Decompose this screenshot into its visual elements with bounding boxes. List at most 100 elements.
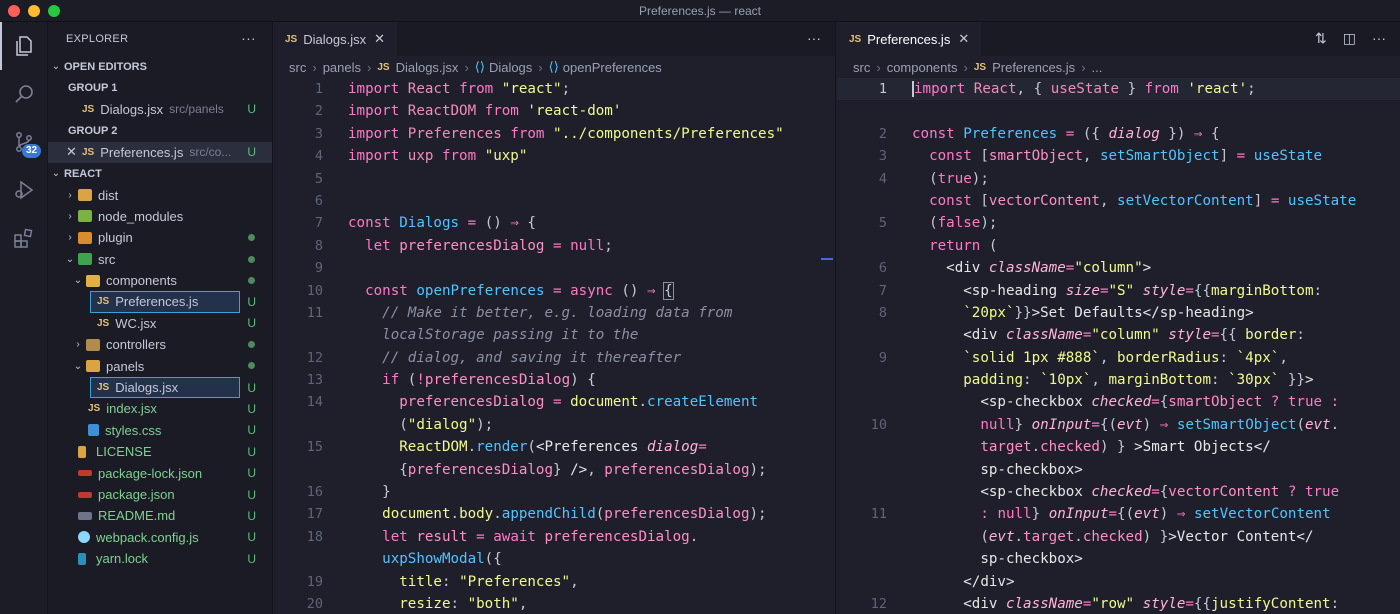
tree-item-plugin[interactable]: › plugin	[48, 227, 272, 248]
crumb-more[interactable]: ...	[1092, 60, 1103, 75]
close-icon[interactable]: ✕	[66, 144, 82, 160]
code-line[interactable]: 20 resize: "both",	[273, 593, 835, 614]
code-line[interactable]: 9	[273, 257, 835, 279]
code-line[interactable]: 15 ReactDOM.render(<Preferences dialog=	[273, 436, 835, 458]
extensions-button[interactable]	[0, 214, 48, 262]
tree-item-index-jsx[interactable]: JS index.jsx U	[48, 398, 272, 419]
code-line[interactable]: (evt.target.checked) }>Vector Content</	[837, 526, 1400, 548]
code-line[interactable]: 8 let preferencesDialog = null;	[273, 235, 835, 257]
crumb-panels[interactable]: panels	[323, 60, 361, 75]
code-line[interactable]: <sp-checkbox checked={smartObject ? true…	[837, 391, 1400, 413]
crumb-symbol-dialogs[interactable]: Dialogs	[489, 60, 532, 75]
code-editor-left[interactable]: 1 import React from "react"; 2 import Reac…	[273, 78, 835, 614]
code-text: if (!preferencesDialog) {	[382, 372, 596, 389]
tree-item-license[interactable]: LICENSE U	[48, 441, 272, 462]
tree-item-node-modules[interactable]: › node_modules	[48, 206, 272, 227]
code-line[interactable]: localStorage passing it to the	[273, 324, 835, 346]
tree-item-dist[interactable]: › dist	[48, 184, 272, 205]
code-line[interactable]: 13 if (!preferencesDialog) {	[273, 369, 835, 391]
crumb-src[interactable]: src	[289, 60, 306, 75]
compare-changes-icon[interactable]: ⇅	[1315, 30, 1327, 47]
code-line[interactable]: 10 null} onInput={(evt) ⇒ setSmartObject…	[837, 414, 1400, 436]
code-line[interactable]: 3 const [smartObject, setSmartObject] = …	[837, 145, 1400, 167]
code-line[interactable]: 10 const openPreferences = async () ⇒ {	[273, 280, 835, 302]
code-line[interactable]: sp-checkbox>	[837, 548, 1400, 570]
tree-item-yarn-lock[interactable]: yarn.lock U	[48, 548, 272, 569]
tree-item-src[interactable]: ⌄ src	[48, 249, 272, 270]
tree-item-package-json[interactable]: package.json U	[48, 484, 272, 505]
tree-item-readme-md[interactable]: README.md U	[48, 505, 272, 526]
code-line[interactable]: <div className="column" style={{ border:	[837, 324, 1400, 346]
tree-item-preferences-js[interactable]: JS Preferences.js U	[48, 291, 272, 313]
tree-item-panels[interactable]: ⌄ panels	[48, 355, 272, 376]
more-actions-icon[interactable]: ···	[241, 30, 256, 46]
code-line[interactable]: 9 `solid 1px #888`, borderRadius: `4px`,	[837, 347, 1400, 369]
code-line[interactable]: </div>	[837, 571, 1400, 593]
open-editors-section[interactable]: ⌄ OPEN EDITORS	[48, 56, 272, 77]
code-line[interactable]: 12 // dialog, and saving it thereafter	[273, 347, 835, 369]
code-line[interactable]: const [vectorContent, setVectorContent] …	[837, 190, 1400, 212]
code-line[interactable]: 11 : null} onInput={(evt) ⇒ setVectorCon…	[837, 503, 1400, 525]
code-line[interactable]: 1 import React, { useState } from 'react'…	[837, 78, 1400, 101]
tree-item-dialogs-jsx[interactable]: JS Dialogs.jsx U	[48, 376, 272, 399]
group-1-title[interactable]: GROUP 1	[48, 77, 272, 98]
tree-item-webpack-config-js[interactable]: webpack.config.js U	[48, 527, 272, 548]
run-debug-button[interactable]	[0, 166, 48, 214]
code-line[interactable]: 18 let result = await preferencesDialog.	[273, 526, 835, 548]
close-icon[interactable]: ✕	[958, 31, 969, 47]
split-editor-icon[interactable]: ◫	[1343, 30, 1356, 47]
code-line[interactable]: sp-checkbox>	[837, 459, 1400, 481]
open-editor-preferences[interactable]: ✕ JS Preferences.js src/co... U	[48, 141, 272, 163]
more-actions-icon[interactable]: ···	[807, 30, 821, 46]
code-line[interactable]: 14 preferencesDialog = document.createEl…	[273, 391, 835, 413]
code-line[interactable]: 6 <div className="column">	[837, 257, 1400, 279]
more-actions-icon[interactable]: ···	[1372, 30, 1386, 47]
tree-item-components[interactable]: ⌄ components	[48, 270, 272, 291]
modified-dot	[248, 362, 255, 370]
code-line[interactable]: 8 `20px`}}>Set Defaults</sp-heading>	[837, 302, 1400, 324]
crumb-components[interactable]: components	[887, 60, 958, 75]
code-line[interactable]: 6	[273, 190, 835, 212]
group-2-title[interactable]: GROUP 2	[48, 120, 272, 141]
code-line[interactable]: 7 const Dialogs = () ⇒ {	[273, 212, 835, 234]
tree-item-styles-css[interactable]: styles.css U	[48, 420, 272, 441]
code-line[interactable]: 5	[273, 168, 835, 190]
code-line[interactable]: 19 title: "Preferences",	[273, 571, 835, 593]
code-line[interactable]: uxpShowModal({	[273, 548, 835, 570]
code-line[interactable]: 3 import Preferences from "../components/…	[273, 123, 835, 145]
code-line[interactable]: 11 // Make it better, e.g. loading data …	[273, 302, 835, 324]
crumb-file[interactable]: Dialogs.jsx	[396, 60, 459, 75]
code-line[interactable]: 16 }	[273, 481, 835, 503]
code-line[interactable]: ("dialog");	[273, 414, 835, 436]
code-line[interactable]: 1 import React from "react";	[273, 78, 835, 100]
tab-preferences-js[interactable]: JS Preferences.js ✕	[837, 22, 982, 56]
tab-dialogs-jsx[interactable]: JS Dialogs.jsx ✕	[273, 22, 397, 56]
crumb-src[interactable]: src	[853, 60, 870, 75]
code-line[interactable]: 4 (true);	[837, 168, 1400, 190]
code-line[interactable]: return (	[837, 235, 1400, 257]
crumb-file[interactable]: Preferences.js	[992, 60, 1075, 75]
tree-item-package-lock-json[interactable]: package-lock.json U	[48, 462, 272, 483]
project-section[interactable]: ⌄ REACT	[48, 163, 272, 184]
code-line[interactable]: 17 document.body.appendChild(preferences…	[273, 503, 835, 525]
code-line[interactable]: 5 (false);	[837, 212, 1400, 234]
tree-item-wc-jsx[interactable]: JS WC.jsx U	[48, 313, 272, 334]
code-line[interactable]: padding: `10px`, marginBottom: `30px` }}…	[837, 369, 1400, 391]
source-control-button[interactable]: 32	[0, 118, 48, 166]
code-line[interactable]: 4 import uxp from "uxp"	[273, 145, 835, 167]
explorer-button[interactable]	[0, 22, 48, 70]
code-line[interactable]	[837, 100, 1400, 122]
code-line[interactable]: 2 const Preferences = ({ dialog }) ⇒ {	[837, 123, 1400, 145]
code-line[interactable]: 12 <div className="row" style={{justifyC…	[837, 593, 1400, 614]
code-editor-right[interactable]: 1 import React, { useState } from 'react'…	[837, 78, 1400, 614]
code-line[interactable]: target.checked) } >Smart Objects</	[837, 436, 1400, 458]
code-line[interactable]: 2 import ReactDOM from 'react-dom'	[273, 100, 835, 122]
open-editor-dialogs[interactable]: JS Dialogs.jsx src/panels U	[48, 99, 272, 120]
search-button[interactable]	[0, 70, 48, 118]
code-line[interactable]: {preferencesDialog} />, preferencesDialo…	[273, 459, 835, 481]
close-icon[interactable]: ✕	[374, 31, 385, 47]
tree-item-controllers[interactable]: › controllers	[48, 334, 272, 355]
code-line[interactable]: 7 <sp-heading size="S" style={{marginBot…	[837, 280, 1400, 302]
code-line[interactable]: <sp-checkbox checked={vectorContent ? tr…	[837, 481, 1400, 503]
crumb-symbol-openpreferences[interactable]: openPreferences	[563, 60, 662, 75]
